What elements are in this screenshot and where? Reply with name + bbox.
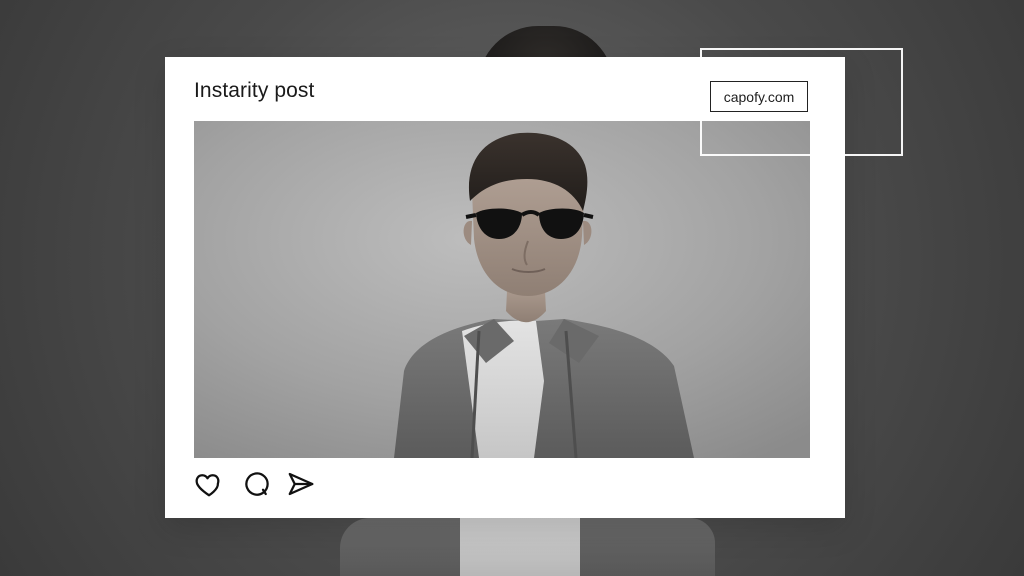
background-model-shirt xyxy=(460,518,580,576)
post-title: Instarity post xyxy=(194,79,315,102)
decorative-outline-frame xyxy=(700,48,903,156)
background-model-jacket-right xyxy=(580,518,715,576)
send-icon xyxy=(288,472,314,496)
comment-button[interactable] xyxy=(240,467,274,501)
comment-icon xyxy=(245,472,269,496)
background-model-jacket-left xyxy=(340,518,460,576)
model-illustration xyxy=(194,121,810,458)
post-photo xyxy=(194,121,810,458)
share-button[interactable] xyxy=(284,467,318,501)
like-button[interactable] xyxy=(192,467,226,501)
heart-icon xyxy=(195,474,220,497)
